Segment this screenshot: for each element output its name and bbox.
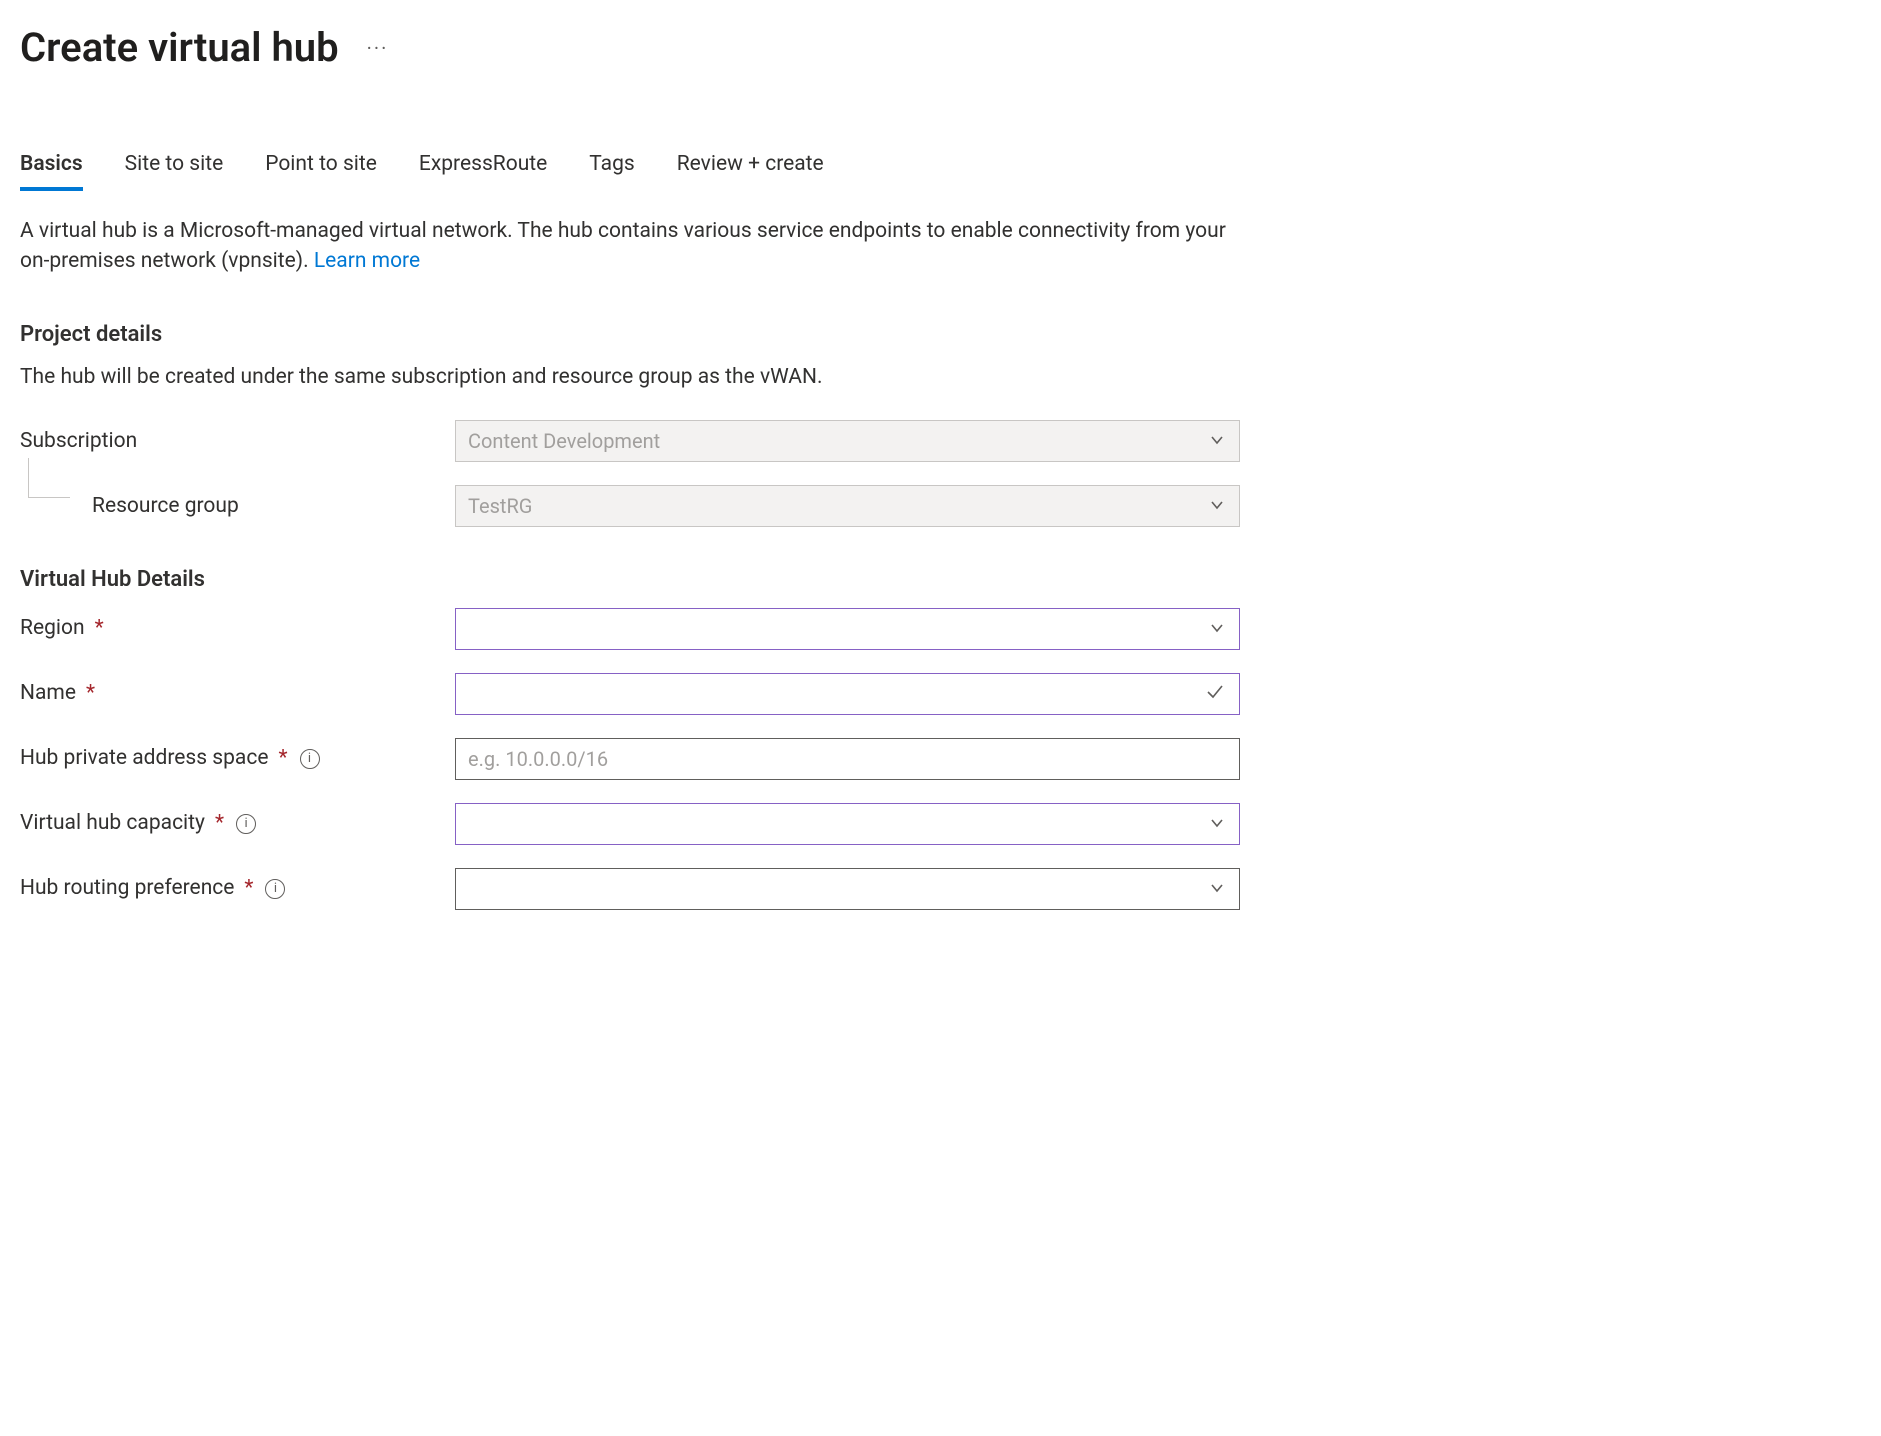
project-details-heading: Project details bbox=[20, 320, 1861, 351]
row-resource-group: Resource group TestRG bbox=[20, 485, 1240, 527]
chevron-down-icon bbox=[1209, 492, 1225, 520]
address-space-input-wrapper bbox=[455, 738, 1240, 780]
learn-more-link[interactable]: Learn more bbox=[314, 249, 420, 273]
region-select[interactable] bbox=[455, 608, 1240, 650]
required-indicator: * bbox=[244, 874, 253, 903]
required-indicator: * bbox=[95, 614, 104, 643]
subscription-label: Subscription bbox=[20, 427, 137, 456]
project-details-subtext: The hub will be created under the same s… bbox=[20, 363, 1861, 392]
section-virtual-hub-details: Virtual Hub Details Region * Name * bbox=[20, 565, 1861, 910]
tab-site-to-site[interactable]: Site to site bbox=[125, 146, 224, 189]
tab-bar: Basics Site to site Point to site Expres… bbox=[20, 146, 1861, 189]
row-address-space: Hub private address space * i bbox=[20, 738, 1240, 780]
resource-group-value: TestRG bbox=[468, 492, 532, 520]
page-title: Create virtual hub bbox=[20, 20, 339, 76]
chevron-down-icon bbox=[1209, 427, 1225, 455]
page-header: Create virtual hub ··· bbox=[20, 20, 1861, 76]
name-input-wrapper bbox=[455, 673, 1240, 715]
chevron-down-icon bbox=[1209, 875, 1225, 903]
row-subscription: Subscription Content Development bbox=[20, 420, 1240, 462]
name-label: Name bbox=[20, 679, 76, 708]
address-space-label: Hub private address space bbox=[20, 744, 268, 773]
more-actions-icon[interactable]: ··· bbox=[367, 34, 389, 62]
chevron-down-icon bbox=[1209, 615, 1225, 643]
tab-description: A virtual hub is a Microsoft-managed vir… bbox=[20, 217, 1230, 276]
chevron-down-icon bbox=[1209, 810, 1225, 838]
tab-point-to-site[interactable]: Point to site bbox=[265, 146, 377, 189]
capacity-label: Virtual hub capacity bbox=[20, 809, 205, 838]
tab-tags[interactable]: Tags bbox=[589, 146, 634, 189]
required-indicator: * bbox=[278, 744, 287, 773]
required-indicator: * bbox=[215, 809, 224, 838]
row-region: Region * bbox=[20, 608, 1240, 650]
tab-review-create[interactable]: Review + create bbox=[677, 146, 824, 189]
required-indicator: * bbox=[86, 679, 95, 708]
row-routing-preference: Hub routing preference * i bbox=[20, 868, 1240, 910]
address-space-input[interactable] bbox=[468, 739, 1195, 779]
resource-group-select[interactable]: TestRG bbox=[455, 485, 1240, 527]
vhub-details-heading: Virtual Hub Details bbox=[20, 565, 1861, 596]
capacity-select[interactable] bbox=[455, 803, 1240, 845]
row-capacity: Virtual hub capacity * i bbox=[20, 803, 1240, 845]
row-name: Name * bbox=[20, 673, 1240, 715]
tab-description-text: A virtual hub is a Microsoft-managed vir… bbox=[20, 219, 1226, 272]
info-icon[interactable]: i bbox=[236, 814, 256, 834]
section-project-details: Project details The hub will be created … bbox=[20, 320, 1861, 527]
info-icon[interactable]: i bbox=[265, 879, 285, 899]
name-input[interactable] bbox=[468, 674, 1195, 714]
info-icon[interactable]: i bbox=[300, 749, 320, 769]
routing-pref-label: Hub routing preference bbox=[20, 874, 234, 903]
region-label: Region bbox=[20, 614, 85, 643]
subscription-select[interactable]: Content Development bbox=[455, 420, 1240, 462]
tree-connector-icon bbox=[28, 458, 70, 498]
tab-express-route[interactable]: ExpressRoute bbox=[419, 146, 547, 189]
tab-basics[interactable]: Basics bbox=[20, 146, 83, 189]
check-icon bbox=[1205, 680, 1225, 708]
subscription-value: Content Development bbox=[468, 427, 660, 455]
routing-pref-select[interactable] bbox=[455, 868, 1240, 910]
